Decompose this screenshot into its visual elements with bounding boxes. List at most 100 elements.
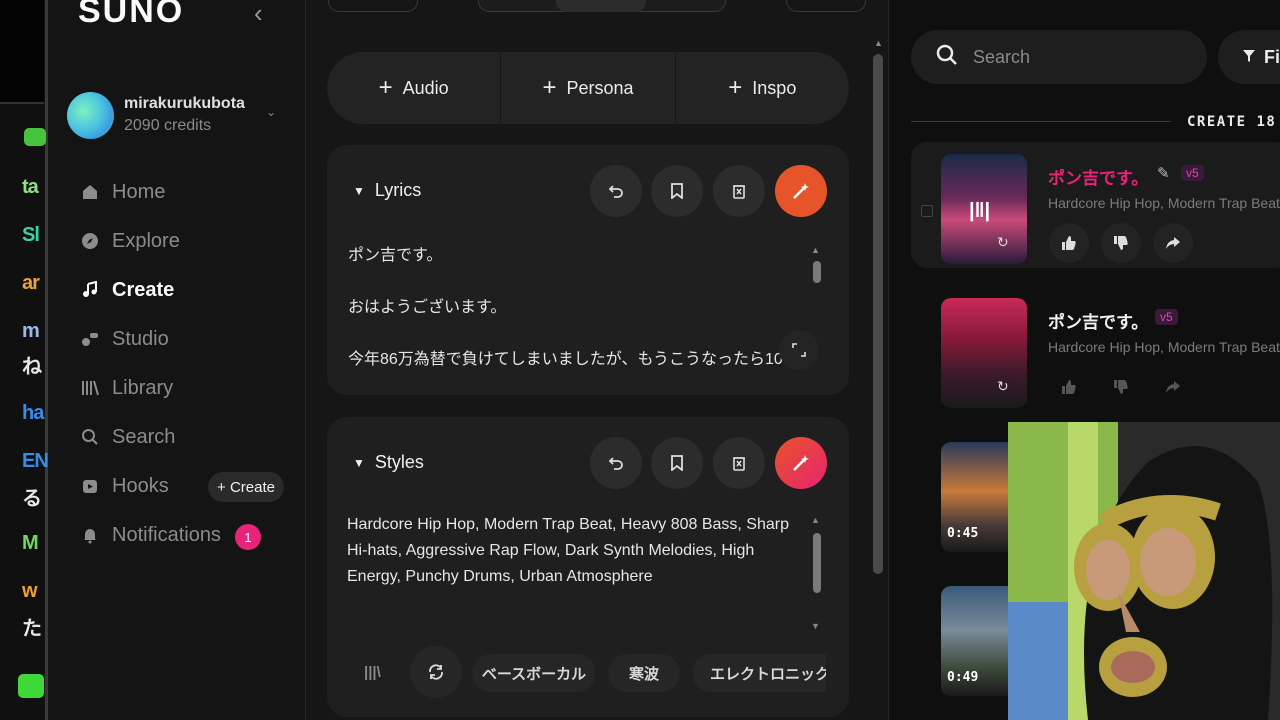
song-style: Hardcore Hip Hop, Modern Trap Beat [1048,339,1280,355]
mode-tab[interactable] [328,0,418,12]
edit-icon[interactable]: ✎ [1157,164,1170,182]
shuffle-styles-button[interactable] [410,646,462,698]
scroll-down-icon[interactable]: ▼ [811,621,820,631]
thumbs-up-icon [1062,236,1076,250]
suno-logo[interactable]: SUNO [78,0,184,31]
style-tag-chip[interactable]: 寒波 [608,654,680,692]
style-library-icon[interactable]: |||\ [364,664,381,681]
share-button[interactable] [1153,367,1193,407]
bookmark-icon [671,455,683,471]
expand-button[interactable] [779,330,819,370]
chat-emoji-icon [24,128,46,146]
song-title[interactable]: ポン吉です。 [1048,164,1148,189]
filter-button[interactable]: Fi [1218,30,1280,84]
bell-icon [80,525,100,545]
loading-icon: ↻ [997,234,1009,250]
lyrics-line[interactable]: 今年86万為替で負けてしまいましたが、もうこうなったら100万 [348,345,808,369]
lyrics-toggle[interactable]: ▼ Lyrics [353,180,421,201]
model-select[interactable] [786,0,866,12]
lyrics-scrollbar[interactable] [813,261,821,283]
version-badge: v5 [1181,165,1204,181]
home-icon [80,182,100,202]
streamer-masked-face-image [1008,422,1280,720]
add-audio-button[interactable]: + Audio [327,52,502,124]
undo-button[interactable] [590,165,642,217]
styles-toggle[interactable]: ▼ Styles [353,452,424,473]
plus-icon: + [542,74,557,101]
workspace-search[interactable]: Search [911,30,1207,84]
clear-button[interactable] [713,437,765,489]
sidebar-item-label: Library [112,376,174,399]
bookmark-button[interactable] [651,437,703,489]
song-row[interactable]: |‖| ↻ ポン吉です。 ✎ v5 Hardcore Hip Hop, Mode… [911,142,1280,268]
generate-styles-button[interactable] [775,437,827,489]
song-checkbox[interactable] [921,205,933,217]
sidebar-item-search[interactable]: Search [80,421,300,453]
add-buttons-bar: + Audio + Persona + Inspo [327,52,849,124]
chevron-down-icon: ▼ [353,183,365,198]
panel-scroll-up-icon[interactable]: ▲ [874,38,883,48]
clear-button[interactable] [713,165,765,217]
sidebar-item-studio[interactable]: Studio [80,323,300,355]
scroll-up-icon[interactable]: ▲ [811,245,820,255]
hooks-create-button[interactable]: + Create [208,472,284,502]
studio-icon [80,329,100,349]
lyrics-line[interactable]: ポン吉です。 [348,241,442,265]
styles-scrollbar[interactable] [813,533,821,593]
sidebar-item-label: Studio [112,327,169,350]
song-title[interactable]: ポン吉です。 [1048,308,1148,333]
song-style: Hardcore Hip Hop, Modern Trap Beat [1048,195,1280,211]
search-input[interactable]: Search [973,47,1030,68]
chat-fragment: ha [22,402,44,424]
search-icon [80,427,100,447]
sidebar-item-create[interactable]: Create [80,274,300,306]
sidebar-item-library[interactable]: Library [80,372,300,404]
card-title: Lyrics [374,180,422,200]
style-tag-chip[interactable]: ベースボーカル [472,654,596,692]
dislike-button[interactable] [1101,223,1141,263]
song-row[interactable]: ↻ ポン吉です。 v5 Hardcore Hip Hop, Modern Tra… [911,286,1280,412]
lyrics-line[interactable]: おはようございます。 [348,293,506,317]
thumbs-down-icon [1114,380,1128,394]
share-button[interactable] [1153,223,1193,263]
sidebar-item-label: Home [112,180,166,203]
dislike-button[interactable] [1101,367,1141,407]
style-tag-chip[interactable]: エレクトロニックバ [692,654,826,692]
avatar[interactable] [67,92,114,139]
undo-icon [608,185,623,198]
sidebar-item-hooks[interactable]: Hooks [80,470,200,502]
create-panel-scrollbar[interactable] [873,54,883,574]
sidebar-item-label: Hooks [112,474,169,497]
chat-fragment: M [22,532,39,554]
styles-input[interactable]: Hardcore Hip Hop, Modern Trap Beat, Heav… [347,512,807,590]
song-cover[interactable]: ↻ [941,298,1027,408]
share-arrow-icon [1166,237,1180,249]
user-name[interactable]: mirakurukubota [124,95,245,113]
scroll-up-icon[interactable]: ▲ [811,515,820,525]
chat-overlay-strip: ta Sl ar m ね ha EN る M w た [0,0,49,720]
share-arrow-icon [1166,381,1180,393]
search-icon [935,43,959,72]
generate-lyrics-button[interactable] [775,165,827,217]
refresh-icon [429,664,443,680]
sidebar-item-explore[interactable]: Explore [80,225,300,257]
sidebar-item-home[interactable]: Home [80,176,300,208]
song-cover[interactable]: |‖| ↻ [941,154,1027,264]
mode-toggle-active[interactable] [556,0,646,12]
add-inspo-button[interactable]: + Inspo [676,52,849,124]
like-button[interactable] [1049,223,1089,263]
chevron-down-icon[interactable]: ⌄ [266,105,276,119]
like-button[interactable] [1049,367,1089,407]
add-persona-button[interactable]: + Persona [501,52,676,124]
sidebar-item-notifications[interactable]: Notifications [80,519,230,551]
chat-header-block [0,0,44,104]
chat-fragment: ね [22,356,42,378]
bookmark-button[interactable] [651,165,703,217]
chat-fragment: る [22,488,42,510]
undo-icon [608,457,623,470]
plus-icon: + [378,74,393,101]
create-count-label: CREATE 18 [1187,114,1277,130]
undo-button[interactable] [590,437,642,489]
sidebar-item-label: Explore [112,229,180,252]
collapse-sidebar-icon[interactable]: ‹ [254,0,263,29]
